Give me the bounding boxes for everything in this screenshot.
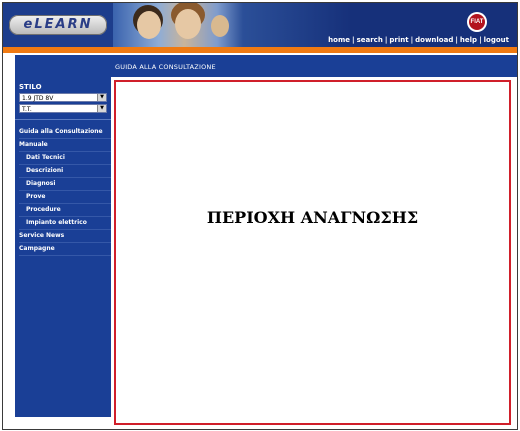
engine-select-value: 1.9 JTD 8V <box>22 95 54 102</box>
model-title: STILO <box>19 83 42 91</box>
nav-logout[interactable]: logout <box>484 36 509 44</box>
sidebar-item-campagne[interactable]: Campagne <box>19 243 111 256</box>
sidebar-item-service-news[interactable]: Service News <box>19 230 111 243</box>
fiat-logo: FIAT <box>469 14 485 30</box>
sidebar-item-guida[interactable]: Guida alla Consultazione <box>19 126 111 139</box>
reading-area-placeholder: ΠΕΡΙΟΧΗ ΑΝΑΓΝΩΣΗΣ <box>206 208 419 227</box>
sidebar-item-manuale[interactable]: Manuale <box>19 139 111 152</box>
app-window: eLEARN FIAT home | search | print | download | h… <box>2 2 518 430</box>
sidebar: STILO 1.9 JTD 8V ▼ T.T. ▼ Guida alla Con… <box>15 55 111 417</box>
reading-area: ΠΕΡΙΟΧΗ ΑΝΑΓΝΩΣΗΣ <box>114 80 511 425</box>
sidebar-item-dati-tecnici[interactable]: Dati Tecnici <box>19 152 111 165</box>
logo-area: eLEARN <box>3 3 113 47</box>
chevron-down-icon[interactable]: ▼ <box>97 105 106 112</box>
nav-search[interactable]: search <box>357 36 383 44</box>
sidebar-divider <box>15 119 111 120</box>
sidebar-item-impianto-elettrico[interactable]: Impianto elettrico <box>19 217 111 230</box>
nav-help[interactable]: help <box>460 36 477 44</box>
top-nav: home | search | print | download | help | logout <box>328 36 509 44</box>
header: eLEARN FIAT home | search | print | download | h… <box>3 3 517 47</box>
header-photo <box>113 3 243 47</box>
breadcrumb-bar: GUIDA ALLA CONSULTAZIONE <box>111 55 517 77</box>
variant-select[interactable]: T.T. ▼ <box>19 104 107 113</box>
nav-print[interactable]: print <box>389 36 408 44</box>
variant-select-value: T.T. <box>22 106 32 113</box>
sidebar-item-diagnosi[interactable]: Diagnosi <box>19 178 111 191</box>
chevron-down-icon[interactable]: ▼ <box>97 94 106 101</box>
sidebar-item-procedure[interactable]: Procedure <box>19 204 111 217</box>
engine-select[interactable]: 1.9 JTD 8V ▼ <box>19 93 107 102</box>
sidebar-menu: Guida alla Consultazione Manuale Dati Te… <box>19 126 111 256</box>
sidebar-item-prove[interactable]: Prove <box>19 191 111 204</box>
nav-home[interactable]: home <box>328 36 350 44</box>
elearn-logo[interactable]: eLEARN <box>9 15 107 35</box>
nav-download[interactable]: download <box>415 36 453 44</box>
breadcrumb: GUIDA ALLA CONSULTAZIONE <box>115 63 216 71</box>
sidebar-item-descrizioni[interactable]: Descrizioni <box>19 165 111 178</box>
